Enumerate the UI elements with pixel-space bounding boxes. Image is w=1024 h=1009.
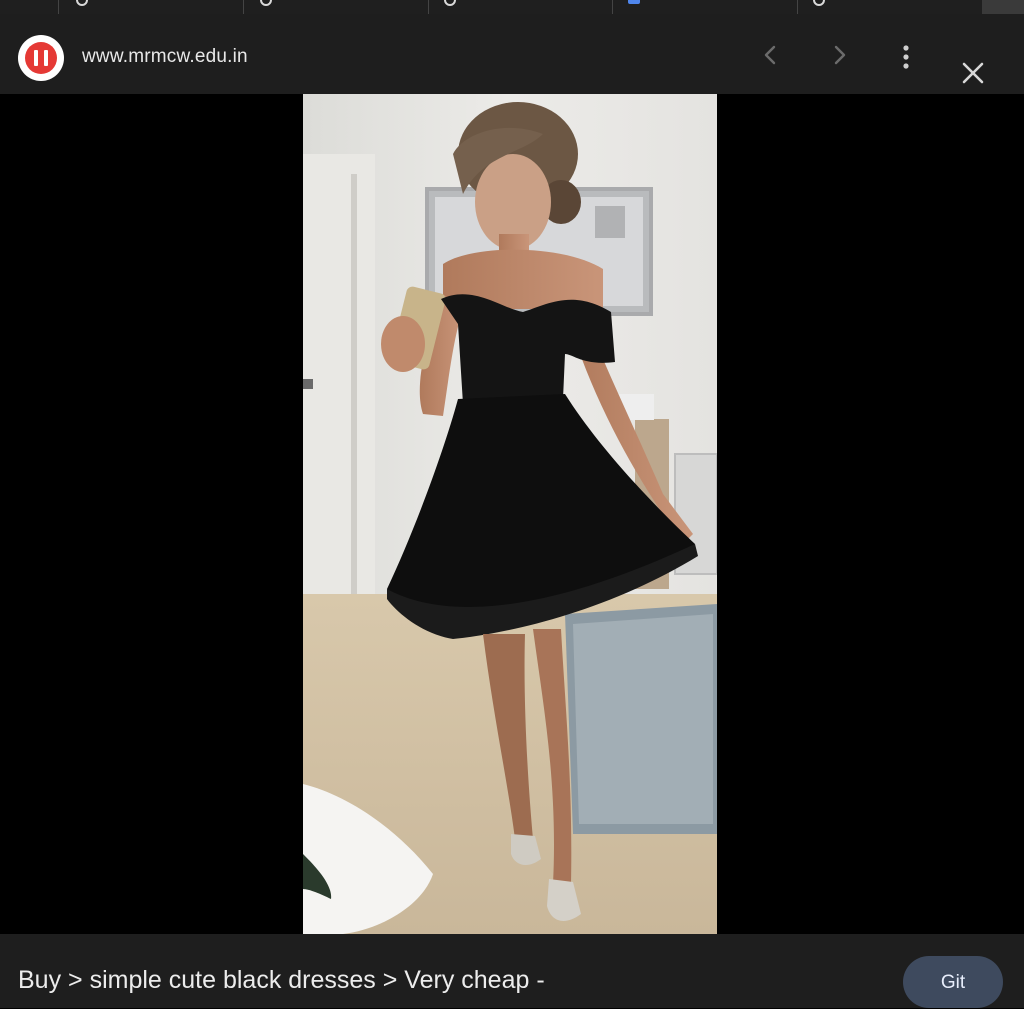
chevron-right-icon[interactable] — [828, 44, 850, 66]
tab-favicon-icon[interactable] — [260, 0, 272, 6]
chevron-left-icon[interactable] — [760, 44, 782, 66]
preview-image[interactable] — [303, 94, 717, 934]
tab-favicon-icon[interactable] — [628, 0, 640, 4]
site-favicon-icon[interactable] — [18, 35, 64, 81]
close-icon[interactable] — [960, 60, 986, 86]
tab-separator — [58, 0, 59, 14]
logo-mark — [25, 42, 57, 74]
tab-favicon-icon[interactable] — [76, 0, 88, 6]
visit-button[interactable]: Git — [903, 956, 1003, 1008]
tab-overflow[interactable] — [982, 0, 1024, 14]
tab-favicon-icon[interactable] — [813, 0, 825, 6]
tab-separator — [243, 0, 244, 14]
tab-separator — [428, 0, 429, 14]
more-vert-icon[interactable] — [896, 44, 916, 70]
tab-separator — [797, 0, 798, 14]
page-url[interactable]: www.mrmcw.edu.in — [82, 46, 248, 68]
image-caption[interactable]: Buy > simple cute black dresses > Very c… — [18, 966, 545, 995]
tab-separator — [612, 0, 613, 14]
tab-favicon-icon[interactable] — [444, 0, 456, 6]
dress-photo — [303, 94, 717, 934]
tab-strip — [0, 0, 1024, 14]
caption-bar: Buy > simple cute black dresses > Very c… — [0, 934, 1024, 1008]
viewer-header: www.mrmcw.edu.in — [0, 14, 1024, 94]
